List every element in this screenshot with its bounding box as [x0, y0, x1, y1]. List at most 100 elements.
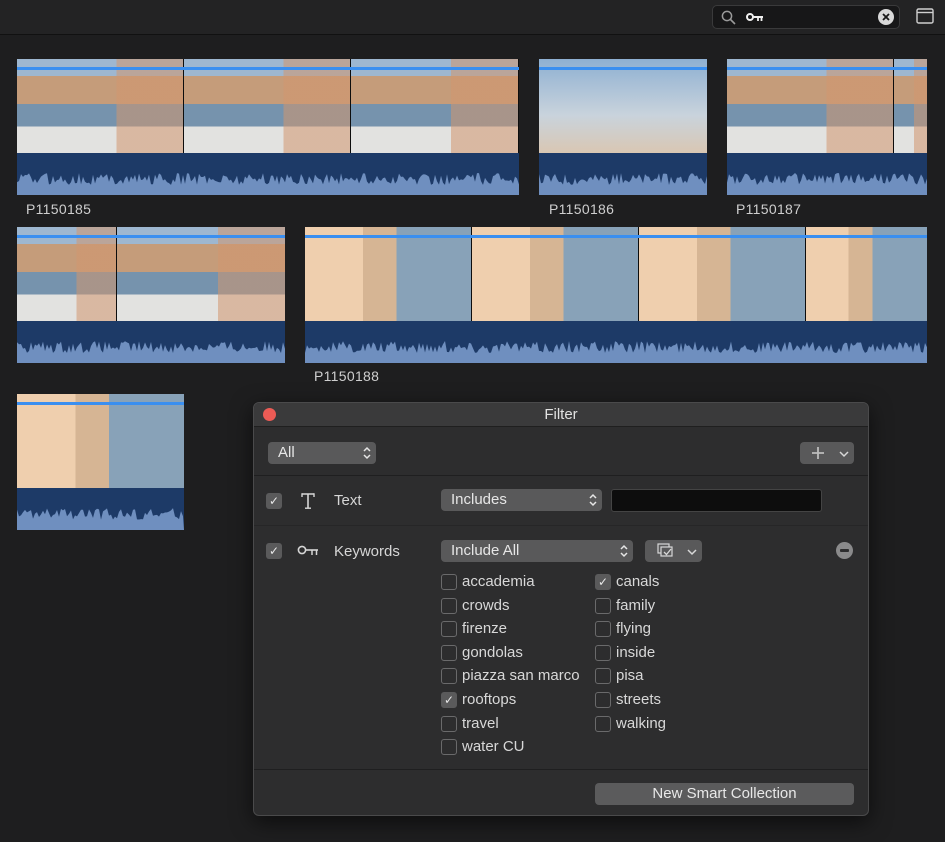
- keyword-label: firenze: [462, 620, 508, 638]
- search-field[interactable]: [712, 5, 900, 29]
- plus-icon: [812, 447, 824, 459]
- keyword-checkbox[interactable]: [441, 715, 457, 732]
- clip-video-filmstrip: [305, 227, 927, 321]
- audio-waveform: [305, 321, 927, 363]
- clip-thumbnail: [117, 227, 285, 321]
- keyword-label: accademia: [462, 573, 535, 590]
- key-icon[interactable]: [746, 12, 764, 22]
- window-title: Filter: [544, 406, 578, 423]
- keyword-label: pisa: [616, 667, 644, 685]
- chevron-updown-icon: [620, 544, 628, 558]
- keyword-label: canals: [616, 573, 660, 590]
- keyword-range-bar: [305, 235, 927, 238]
- keyword-checkbox[interactable]: [441, 597, 457, 614]
- clip-name: P1150187: [736, 201, 802, 217]
- keyword-range-bar: [17, 235, 285, 238]
- clip-thumbnail: [639, 227, 806, 321]
- chevron-down-icon: [687, 549, 697, 556]
- keyword-checkbox[interactable]: [441, 574, 457, 590]
- keyword-label: travel: [462, 714, 499, 732]
- keyword-checkbox[interactable]: [595, 692, 611, 708]
- keywords-operator-value: Include All: [451, 542, 520, 559]
- text-rule-checkbox[interactable]: ✓: [266, 493, 282, 509]
- keywords-operator-popup[interactable]: Include All: [441, 540, 633, 562]
- keyword-checkbox[interactable]: [595, 621, 611, 638]
- audio-waveform: [17, 488, 184, 530]
- keyword-label: crowds: [462, 596, 510, 614]
- clip-name: P1150188: [314, 368, 380, 384]
- divider: [254, 475, 868, 476]
- audio-waveform: [17, 153, 519, 195]
- keyword-label: streets: [616, 691, 662, 708]
- match-popup[interactable]: All: [268, 442, 376, 464]
- remove-rule-button[interactable]: [836, 542, 853, 559]
- divider: [254, 769, 868, 770]
- audio-waveform: [539, 153, 707, 195]
- keyword-checkbox[interactable]: ✓: [595, 574, 611, 590]
- clip-p1150188-continued[interactable]: [17, 394, 184, 530]
- clip-video-filmstrip: [17, 59, 519, 153]
- keyword-label: gondolas: [462, 643, 523, 661]
- browser-toolbar: [0, 0, 945, 35]
- keyword-label: inside: [616, 643, 656, 661]
- keyword-checkbox[interactable]: [595, 668, 611, 685]
- keyword-label: piazza san marco: [462, 667, 580, 685]
- keyword-checkbox[interactable]: [441, 644, 457, 661]
- divider: [254, 525, 868, 526]
- add-rule-button[interactable]: [800, 442, 854, 464]
- clear-circle-icon[interactable]: [878, 9, 894, 25]
- clip-p1150187-continued[interactable]: [17, 227, 285, 363]
- keywords-rule-checkbox[interactable]: ✓: [266, 543, 282, 559]
- text-icon: [301, 493, 315, 509]
- clip-p1150188[interactable]: [305, 227, 927, 363]
- window-layout-icon[interactable]: [916, 8, 934, 24]
- text-operator-popup[interactable]: Includes: [441, 489, 602, 511]
- clip-thumbnail: [17, 227, 117, 321]
- clip-thumbnail: [539, 59, 707, 153]
- keyword-label: family: [616, 596, 656, 614]
- clip-thumbnail: [184, 59, 351, 153]
- clip-video-filmstrip: [17, 227, 285, 321]
- clip-thumbnail: [17, 394, 184, 488]
- audio-waveform: [17, 321, 285, 363]
- keyword-label: flying: [616, 620, 652, 638]
- key-icon: [297, 545, 318, 555]
- keyword-checkbox[interactable]: ✓: [441, 692, 457, 708]
- clip-name: P1150186: [549, 201, 615, 217]
- filter-titlebar[interactable]: Filter: [254, 403, 868, 427]
- keywords-rule-label: Keywords: [334, 543, 400, 560]
- text-operator-value: Includes: [451, 491, 507, 508]
- keyword-checkbox[interactable]: [595, 644, 611, 661]
- clip-video-filmstrip: [727, 59, 927, 153]
- clip-video-filmstrip: [17, 394, 184, 488]
- new-smart-collection-button[interactable]: New Smart Collection: [595, 783, 854, 805]
- keyword-label: walking: [616, 714, 667, 732]
- text-rule-label: Text: [334, 492, 362, 509]
- keyword-checkbox[interactable]: [441, 621, 457, 638]
- keyword-range-bar: [727, 67, 927, 70]
- keyword-checkbox[interactable]: [441, 668, 457, 685]
- filter-window: Filter All ✓ Text Includes ✓ Keywords In…: [253, 402, 869, 816]
- keyword-range-bar: [17, 402, 184, 405]
- clip-thumbnail: [17, 59, 184, 153]
- search-icon: [721, 10, 736, 25]
- chevron-updown-icon: [589, 493, 597, 507]
- keyword-label: water CU: [462, 738, 525, 756]
- keyword-checkbox[interactable]: [595, 715, 611, 732]
- close-button[interactable]: [263, 408, 276, 421]
- keyword-range-bar: [539, 67, 707, 70]
- clip-p1150185[interactable]: [17, 59, 519, 195]
- keyword-collection-popup[interactable]: [645, 540, 702, 562]
- text-filter-input[interactable]: [611, 489, 822, 512]
- keyword-checkbox[interactable]: [595, 597, 611, 614]
- clip-name: P1150185: [26, 201, 92, 217]
- keyword-range-bar: [17, 67, 519, 70]
- keyword-label: rooftops: [462, 691, 517, 708]
- clip-thumbnail: [351, 59, 519, 153]
- clip-thumbnail: [806, 227, 927, 321]
- keyword-checkbox[interactable]: [441, 739, 457, 756]
- clip-p1150187[interactable]: [727, 59, 927, 195]
- clip-thumbnail: [727, 59, 894, 153]
- clip-thumbnail: [894, 59, 927, 153]
- clip-p1150186[interactable]: [539, 59, 707, 195]
